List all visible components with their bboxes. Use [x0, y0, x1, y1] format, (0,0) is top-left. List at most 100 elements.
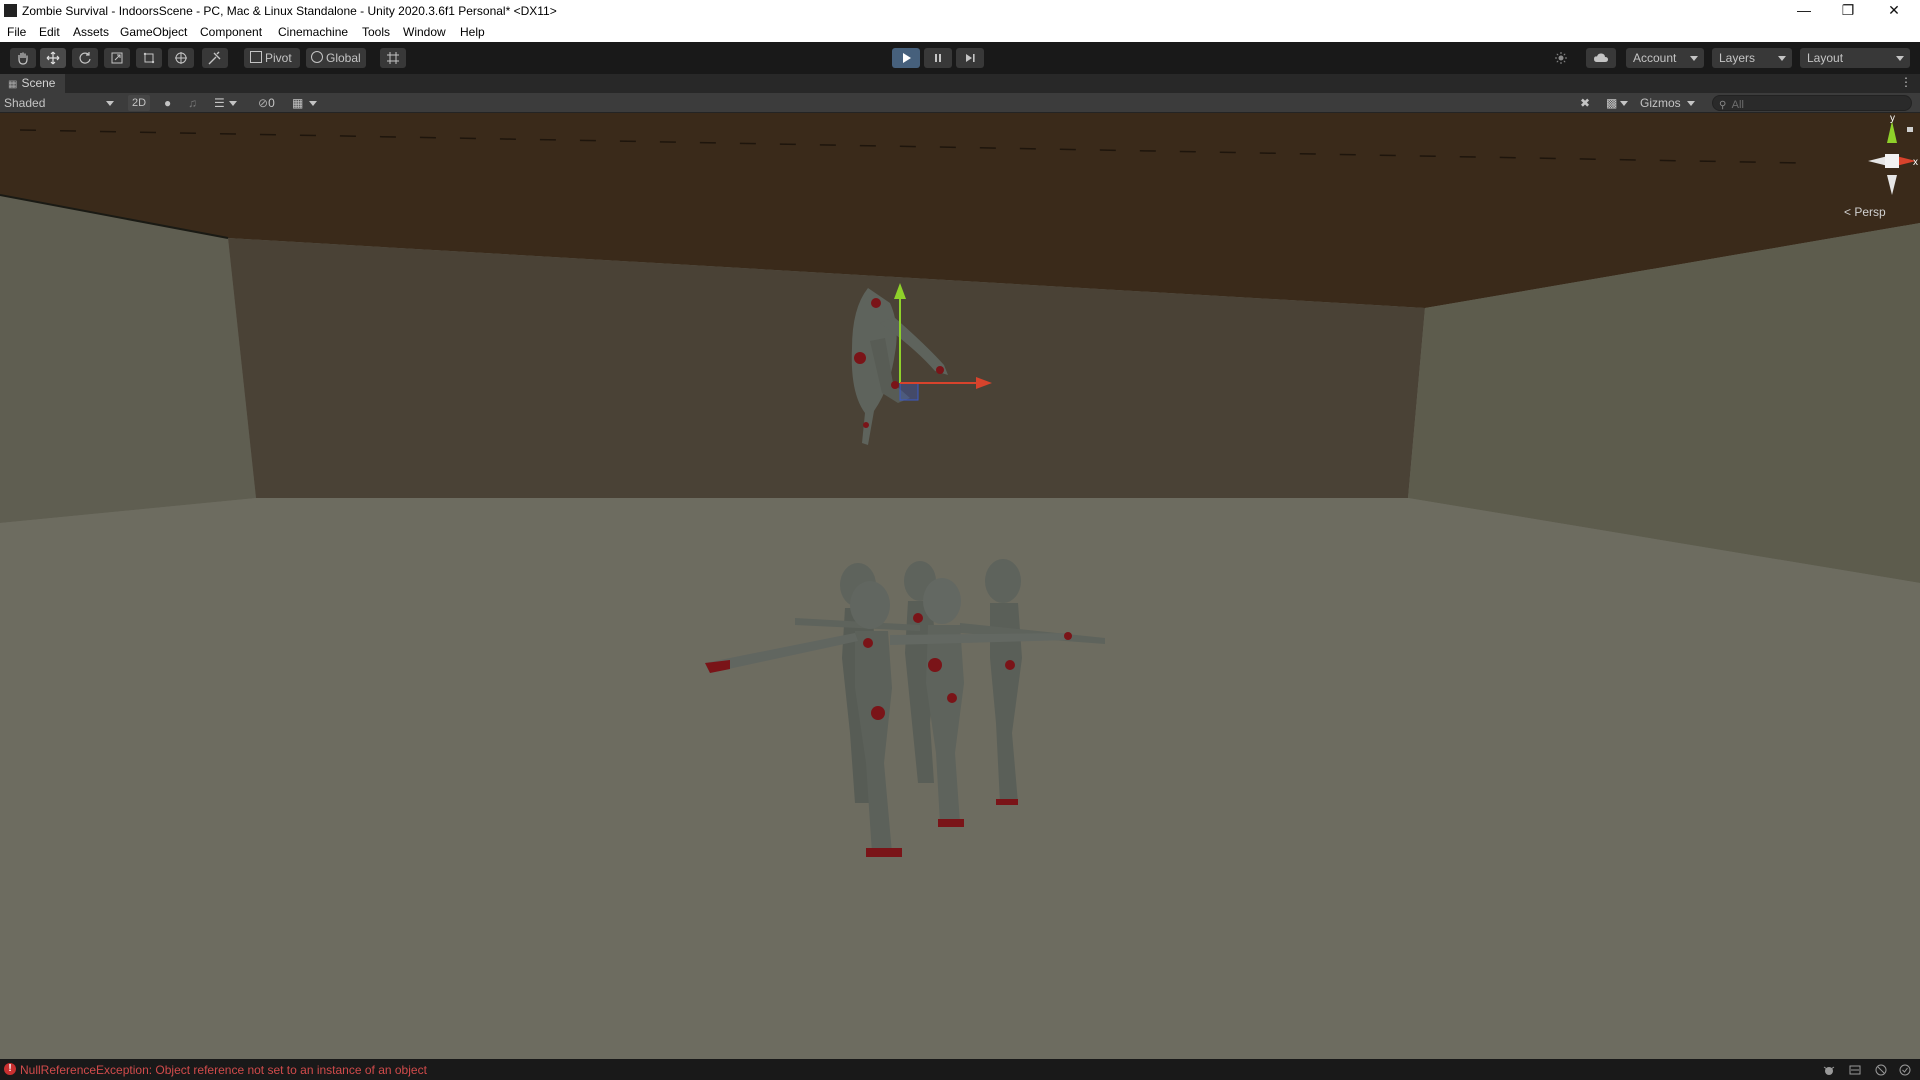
- menu-bar: File Edit Assets GameObject Component Ci…: [0, 22, 1920, 42]
- search-placeholder: All: [1731, 99, 1744, 111]
- menu-help[interactable]: Help: [460, 25, 485, 39]
- projection-toggle[interactable]: < Persp: [1844, 205, 1886, 219]
- floor-plane: [0, 498, 1920, 1059]
- lightbulb-icon: ●: [164, 96, 172, 110]
- step-icon: [966, 54, 975, 62]
- chevron-down-icon: [1690, 56, 1698, 61]
- scene-grid-icon: ▦: [8, 79, 18, 90]
- hand-icon: [18, 52, 28, 65]
- chevron-down-icon: [1686, 101, 1695, 107]
- close-button[interactable]: ✕: [1872, 0, 1916, 22]
- audio-toggle[interactable]: ♫: [188, 95, 204, 111]
- console-status-message[interactable]: NullReferenceException: Object reference…: [20, 1063, 427, 1077]
- bug-icon[interactable]: [1822, 1063, 1836, 1077]
- rect-tool-button[interactable]: [136, 48, 162, 68]
- account-label: Account: [1633, 51, 1677, 65]
- gizmo-plane-handle[interactable]: [899, 382, 919, 401]
- pivot-icon: [250, 51, 262, 63]
- hidden-count: 0: [268, 96, 275, 110]
- draw-mode-label: Shaded: [4, 96, 46, 110]
- grid-snap-button[interactable]: [380, 48, 406, 68]
- move-tool-button[interactable]: [40, 48, 66, 68]
- camera-icon: ▩: [1606, 96, 1618, 110]
- eye-slash-icon: ⊘: [258, 96, 269, 110]
- collab-button[interactable]: [1548, 48, 1574, 68]
- pivot-toggle[interactable]: Pivot: [244, 48, 300, 68]
- rotate-tool-button[interactable]: [72, 48, 98, 68]
- grid-dropdown[interactable]: ▦: [292, 95, 328, 111]
- search-icon: ⚲: [1719, 100, 1727, 111]
- menu-edit[interactable]: Edit: [39, 25, 60, 39]
- title-bar: Zombie Survival - IndoorsScene - PC, Mac…: [0, 0, 1920, 22]
- menu-tools[interactable]: Tools: [362, 25, 390, 39]
- transform-tool-button[interactable]: [168, 48, 194, 68]
- lighting-toggle[interactable]: ●: [164, 95, 180, 111]
- tools-toggle[interactable]: ✖: [1580, 95, 1596, 111]
- cloud-icon: [1594, 53, 1608, 62]
- layout-dropdown[interactable]: Layout: [1800, 48, 1910, 68]
- scene-visibility-toggle[interactable]: ⊘0: [258, 95, 284, 111]
- menu-file[interactable]: File: [7, 25, 26, 39]
- gizmo-neg-y-cone[interactable]: [1887, 175, 1897, 195]
- rotate-icon: [79, 52, 91, 64]
- gizmo-y-cone[interactable]: [1887, 121, 1897, 143]
- more-options-icon[interactable]: ⋮: [1900, 75, 1912, 89]
- cloud-services-button[interactable]: [1586, 48, 1616, 68]
- main-toolbar: Pivot Global Account Layers Layout: [0, 42, 1920, 74]
- layers-dropdown[interactable]: Layers: [1712, 48, 1792, 68]
- scene-render: [0, 113, 1920, 1059]
- minimize-button[interactable]: —: [1782, 0, 1826, 22]
- grid-icon: ▦: [292, 96, 304, 110]
- scene-tab-bar: ▦ Scene ⋮: [0, 74, 1920, 93]
- tools-x-icon: ✖: [1580, 96, 1591, 110]
- account-dropdown[interactable]: Account: [1626, 48, 1704, 68]
- transform-combo-icon: [175, 52, 187, 64]
- chevron-down-icon: [1896, 56, 1904, 61]
- window-title: Zombie Survival - IndoorsScene - PC, Mac…: [22, 4, 557, 18]
- chevron-down-icon: [228, 101, 237, 107]
- layers-label: Layers: [1719, 51, 1756, 65]
- progress-icon[interactable]: [1848, 1063, 1862, 1077]
- auto-generate-lighting-icon[interactable]: [1874, 1063, 1888, 1077]
- step-button[interactable]: [956, 48, 984, 68]
- gizmo-center-cube[interactable]: [1885, 154, 1899, 168]
- layout-label: Layout: [1807, 51, 1844, 65]
- chevron-down-icon: [309, 101, 318, 107]
- pivot-label: Pivot: [265, 51, 292, 65]
- restore-button[interactable]: ❐: [1826, 0, 1870, 22]
- scene-view-toolbar: Shaded 2D ● ♫ ☰ ⊘0 ▦ ✖ ▩ Gizmos ⚲ All: [0, 93, 1920, 113]
- lock-icon[interactable]: [1907, 127, 1913, 132]
- status-bar[interactable]: ! NullReferenceException: Object referen…: [0, 1059, 1920, 1080]
- left-wall: [0, 195, 256, 523]
- gizmo-x-label: x: [1913, 157, 1918, 168]
- menu-component[interactable]: Component: [200, 25, 262, 39]
- hand-tool-button[interactable]: [10, 48, 36, 68]
- tab-scene[interactable]: ▦ Scene: [0, 74, 66, 93]
- draw-mode-dropdown[interactable]: Shaded: [4, 95, 116, 111]
- unity-app-icon: [4, 4, 17, 17]
- gizmos-label: Gizmos: [1640, 96, 1681, 110]
- collab-sun-icon: [1555, 52, 1567, 64]
- menu-window[interactable]: Window: [403, 25, 446, 39]
- scene-viewport[interactable]: y x < Persp: [0, 113, 1920, 1059]
- global-label: Global: [326, 51, 361, 65]
- gizmos-dropdown[interactable]: Gizmos: [1640, 95, 1702, 111]
- pause-button[interactable]: [924, 48, 952, 68]
- move-arrows-icon: [46, 51, 60, 65]
- menu-gameobject[interactable]: GameObject: [120, 25, 187, 39]
- pause-icon: [935, 54, 941, 62]
- scale-tool-button[interactable]: [104, 48, 130, 68]
- play-button[interactable]: [892, 48, 920, 68]
- 2d-label: 2D: [131, 97, 147, 109]
- 2d-toggle[interactable]: 2D: [128, 95, 150, 111]
- menu-assets[interactable]: Assets: [73, 25, 109, 39]
- effects-dropdown[interactable]: ☰: [214, 95, 246, 111]
- hierarchy-search-field[interactable]: ⚲ All: [1712, 95, 1912, 111]
- camera-settings-dropdown[interactable]: ▩: [1606, 95, 1636, 111]
- custom-tool-button[interactable]: [202, 48, 228, 68]
- gizmo-y-label: y: [1890, 113, 1895, 124]
- global-toggle[interactable]: Global: [306, 48, 366, 68]
- globe-icon: [311, 51, 323, 63]
- check-circle-icon[interactable]: [1898, 1063, 1912, 1077]
- menu-cinemachine[interactable]: Cinemachine: [278, 25, 348, 39]
